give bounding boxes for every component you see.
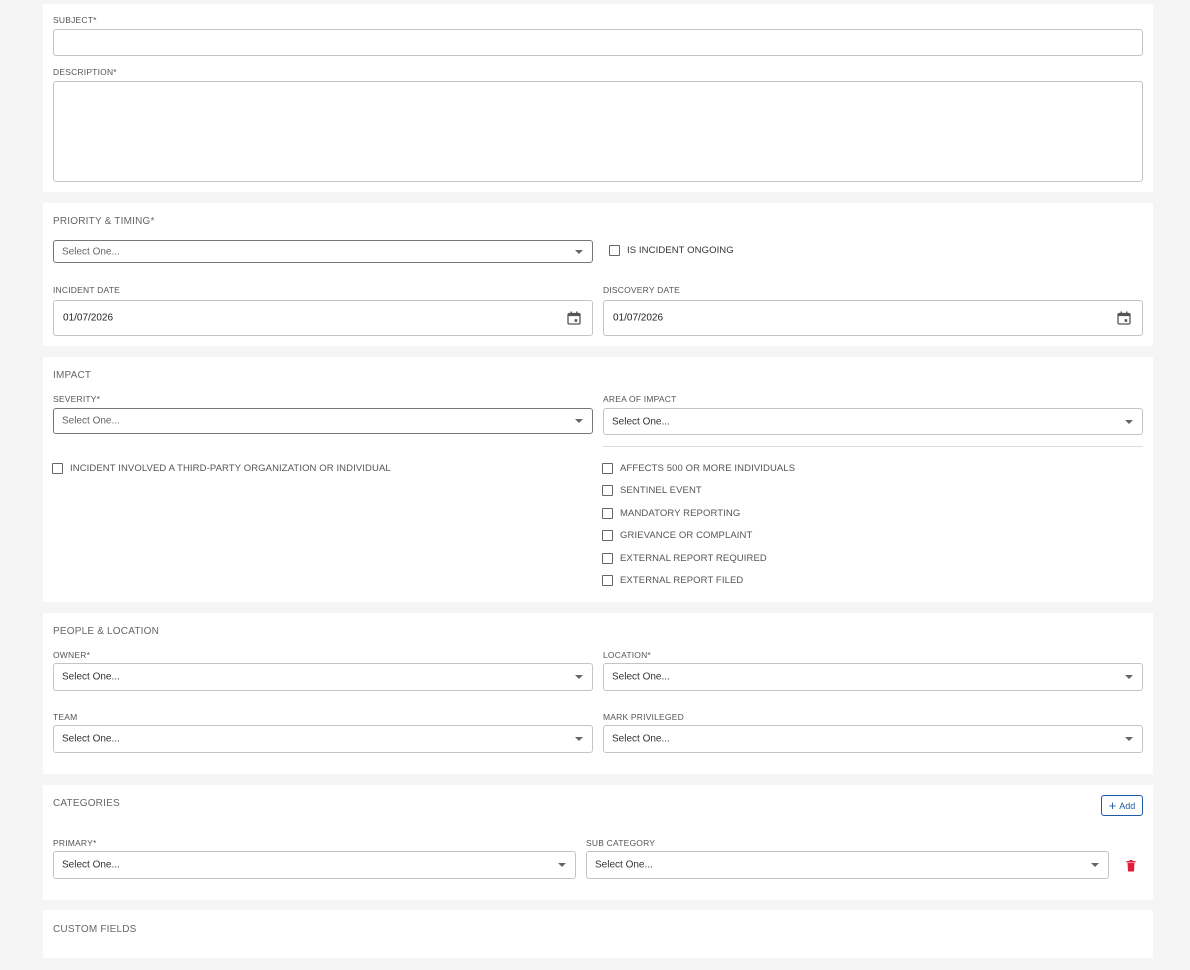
people-location-card: PEOPLE & LOCATION OWNER* Select One... L… [43, 613, 1153, 774]
flag-label: AFFECTS 500 OR MORE INDIVIDUALS [620, 463, 796, 474]
chevron-down-icon [558, 863, 566, 867]
flag-label: SENTINEL EVENT [620, 485, 702, 496]
flag-checkbox[interactable] [602, 553, 613, 564]
mark-privileged-select[interactable]: Select One... [603, 725, 1143, 753]
chevron-down-icon [575, 419, 583, 423]
flag-checkbox[interactable] [602, 485, 613, 496]
owner-select-value: Select One... [62, 671, 120, 683]
primary-category-select[interactable]: Select One... [53, 851, 576, 879]
mark-privileged-value: Select One... [612, 733, 670, 745]
owner-label: OWNER* [53, 650, 91, 660]
area-of-impact-value: Select One... [612, 416, 670, 427]
plus-icon: + [1108, 798, 1117, 813]
incident-date-value: 01/07/2026 [63, 312, 114, 324]
priority-select[interactable]: Select One... [53, 240, 593, 263]
discovery-date-value: 01/07/2026 [613, 312, 664, 324]
sub-category-select[interactable]: Select One... [586, 851, 1109, 879]
description-label: DESCRIPTION* [53, 67, 117, 77]
third-party-checkbox[interactable] [52, 463, 63, 474]
location-select[interactable]: Select One... [603, 663, 1143, 691]
priority-select-value: Select One... [62, 246, 120, 257]
discovery-date-input[interactable]: 01/07/2026 [603, 300, 1143, 336]
flag-checkbox[interactable] [602, 463, 613, 474]
description-textarea[interactable] [53, 81, 1143, 182]
incident-ongoing-checkbox-row[interactable]: IS INCIDENT ONGOING [609, 245, 734, 256]
details-card: SUBJECT* DESCRIPTION* [43, 4, 1153, 192]
flag-label: EXTERNAL REPORT FILED [620, 575, 744, 586]
chevron-down-icon [575, 249, 583, 254]
team-select[interactable]: Select One... [53, 725, 593, 753]
incident-date-label: INCIDENT DATE [53, 285, 120, 295]
chevron-down-icon [1125, 675, 1133, 679]
severity-label: SEVERITY* [53, 394, 101, 404]
chevron-down-icon [1125, 419, 1133, 424]
add-category-button[interactable]: + Add [1101, 795, 1143, 816]
flag-checkbox[interactable] [602, 530, 613, 541]
calendar-icon[interactable] [567, 311, 581, 325]
incident-ongoing-checkbox[interactable] [609, 245, 620, 256]
sub-category-label: SUB CATEGORY [586, 838, 656, 848]
incident-ongoing-label: IS INCIDENT ONGOING [627, 245, 734, 256]
primary-category-label: PRIMARY* [53, 838, 97, 848]
team-select-value: Select One... [62, 733, 120, 745]
flag-checkbox[interactable] [602, 508, 613, 519]
location-label: LOCATION* [603, 650, 651, 660]
third-party-checkbox-row[interactable]: INCIDENT INVOLVED A THIRD-PARTY ORGANIZA… [52, 463, 391, 474]
chevron-down-icon [575, 737, 583, 741]
add-category-label: Add [1119, 800, 1136, 811]
flag-checkbox[interactable] [602, 575, 613, 586]
flag-checkbox-row[interactable]: AFFECTS 500 OR MORE INDIVIDUALS [602, 463, 795, 474]
impact-card: IMPACT SEVERITY* Select One... AREA OF I… [43, 357, 1153, 602]
flag-checkbox-row[interactable]: GRIEVANCE OR COMPLAINT [602, 530, 752, 541]
calendar-icon[interactable] [1117, 311, 1131, 325]
third-party-label: INCIDENT INVOLVED A THIRD-PARTY ORGANIZA… [70, 463, 391, 474]
severity-select[interactable]: Select One... [53, 408, 593, 434]
subject-label: SUBJECT* [53, 15, 97, 25]
flag-label: EXTERNAL REPORT REQUIRED [620, 553, 767, 564]
impact-divider [603, 446, 1143, 447]
area-of-impact-select[interactable]: Select One... [603, 408, 1143, 435]
owner-select[interactable]: Select One... [53, 663, 593, 691]
area-of-impact-label: AREA OF IMPACT [603, 394, 677, 404]
discovery-date-label: DISCOVERY DATE [603, 285, 680, 295]
primary-category-value: Select One... [62, 859, 120, 871]
flag-checkbox-row[interactable]: MANDATORY REPORTING [602, 508, 740, 519]
team-label: TEAM [53, 712, 78, 722]
location-select-value: Select One... [612, 671, 670, 683]
incident-date-input[interactable]: 01/07/2026 [53, 300, 593, 336]
subject-input[interactable] [53, 29, 1143, 56]
flag-checkbox-row[interactable]: SENTINEL EVENT [602, 485, 702, 496]
categories-card: CATEGORIES + Add PRIMARY* Select One... … [43, 785, 1153, 900]
flag-checkbox-row[interactable]: EXTERNAL REPORT FILED [602, 575, 743, 586]
chevron-down-icon [575, 675, 583, 679]
severity-select-value: Select One... [62, 415, 120, 427]
impact-title: IMPACT [53, 370, 92, 381]
flag-label: GRIEVANCE OR COMPLAINT [620, 530, 753, 541]
flag-label: MANDATORY REPORTING [620, 508, 741, 519]
custom-fields-title: CUSTOM FIELDS [53, 924, 137, 935]
people-location-title: PEOPLE & LOCATION [53, 626, 160, 637]
flag-checkbox-row[interactable]: EXTERNAL REPORT REQUIRED [602, 553, 767, 564]
chevron-down-icon [1125, 737, 1133, 741]
custom-fields-card: CUSTOM FIELDS [43, 910, 1153, 958]
chevron-down-icon [1091, 863, 1099, 867]
mark-privileged-label: MARK PRIVILEGED [603, 712, 684, 722]
priority-timing-card: PRIORITY & TIMING* Select One... IS INCI… [43, 203, 1153, 346]
trash-icon[interactable] [1126, 860, 1136, 872]
categories-title: CATEGORIES [53, 798, 120, 809]
sub-category-value: Select One... [595, 859, 653, 871]
priority-timing-title: PRIORITY & TIMING* [53, 216, 155, 227]
